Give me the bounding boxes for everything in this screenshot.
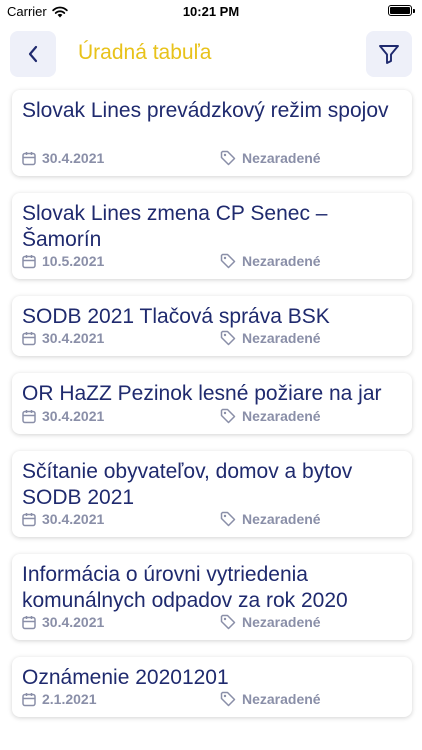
notice-title: Slovak Lines zmena CP Senec – Šamorín	[22, 202, 328, 251]
navigation-bar: Úradná tabuľa	[0, 22, 422, 84]
notice-meta: 2.1.2021 Nezaradené	[22, 691, 402, 709]
notice-meta: 30.4.2021 Nezaradené	[22, 408, 402, 426]
notice-card[interactable]: OR HaZZ Pezinok lesné požiare na jar 30.…	[12, 373, 412, 434]
notice-card[interactable]: Informácia o úrovni vytriedenia komunáln…	[12, 554, 412, 640]
notice-category: Nezaradené	[242, 253, 321, 269]
notice-category: Nezaradené	[242, 330, 321, 346]
tag-icon	[220, 614, 236, 630]
notice-card[interactable]: Slovak Lines zmena CP Senec – Šamorín 10…	[12, 193, 412, 279]
notice-card[interactable]: Sčítanie obyvateľov, domov a bytov SODB …	[12, 451, 412, 537]
calendar-icon	[22, 331, 36, 345]
calendar-icon	[22, 692, 36, 706]
battery-icon	[388, 5, 415, 16]
filter-button[interactable]	[366, 31, 412, 77]
tag-icon	[220, 408, 236, 424]
notice-meta: 30.4.2021 Nezaradené	[22, 614, 402, 632]
tag-icon	[220, 253, 236, 269]
calendar-icon	[22, 409, 36, 423]
calendar-icon	[22, 254, 36, 268]
notice-list: Slovak Lines prevádzkový režim spojov 30…	[0, 84, 422, 750]
notice-card[interactable]: Slovak Lines prevádzkový režim spojov 30…	[12, 90, 412, 176]
tag-icon	[220, 511, 236, 527]
notice-card[interactable]: Oznámenie 20201201 2.1.2021 Nezaradené	[12, 657, 412, 717]
notice-meta: 10.5.2021 Nezaradené	[22, 253, 402, 271]
notice-date: 30.4.2021	[42, 614, 105, 630]
notice-category: Nezaradené	[242, 511, 321, 527]
tag-icon	[220, 691, 236, 707]
tag-icon	[220, 150, 236, 166]
calendar-icon	[22, 512, 36, 526]
notice-title: Slovak Lines prevádzkový režim spojov	[22, 99, 389, 122]
chevron-left-icon	[28, 45, 38, 63]
calendar-icon	[22, 151, 36, 165]
notice-date: 2.1.2021	[42, 691, 97, 707]
status-bar: Carrier 10:21 PM	[0, 0, 422, 22]
notice-title: OR HaZZ Pezinok lesné požiare na jar	[22, 382, 382, 405]
notice-meta: 30.4.2021 Nezaradené	[22, 511, 402, 529]
notice-meta: 30.4.2021 Nezaradené	[22, 150, 402, 168]
notice-category: Nezaradené	[242, 150, 321, 166]
page-title: Úradná tabuľa	[78, 41, 212, 64]
notice-category: Nezaradené	[242, 691, 321, 707]
notice-title: Oznámenie 20201201	[22, 666, 229, 689]
notice-title: SODB 2021 Tlačová správa BSK	[22, 305, 330, 328]
notice-date: 30.4.2021	[42, 408, 105, 424]
status-time: 10:21 PM	[182, 4, 240, 19]
notice-title: Informácia o úrovni vytriedenia komunáln…	[22, 563, 348, 612]
notice-date: 30.4.2021	[42, 330, 105, 346]
notice-card[interactable]: SODB 2021 Tlačová správa BSK 30.4.2021 N…	[12, 296, 412, 356]
tag-icon	[220, 330, 236, 346]
filter-icon	[379, 45, 399, 64]
notice-date: 30.4.2021	[42, 511, 105, 527]
notice-category: Nezaradené	[242, 614, 321, 630]
notice-meta: 30.4.2021 Nezaradené	[22, 330, 402, 348]
notice-title: Sčítanie obyvateľov, domov a bytov SODB …	[22, 460, 353, 509]
back-button[interactable]	[10, 31, 56, 77]
notice-category: Nezaradené	[242, 408, 321, 424]
notice-date: 30.4.2021	[42, 150, 105, 166]
notice-date: 10.5.2021	[42, 253, 105, 269]
calendar-icon	[22, 615, 36, 629]
